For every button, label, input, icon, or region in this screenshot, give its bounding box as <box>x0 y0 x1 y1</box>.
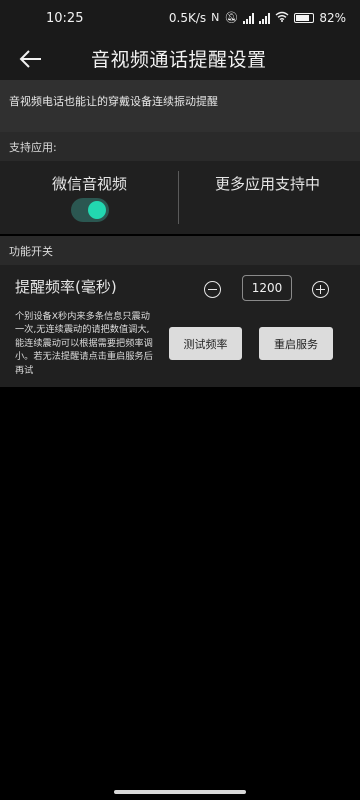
toggle-knob <box>88 201 106 219</box>
minus-icon <box>208 288 217 290</box>
signal-icon <box>259 12 271 24</box>
signal-icon <box>243 12 255 24</box>
status-icons: 0.5K/s N 🔕︎ 82% <box>169 11 346 25</box>
functions-header-label: 功能开关 <box>9 245 53 258</box>
decrease-button[interactable] <box>204 281 221 298</box>
arrow-left-icon <box>19 50 41 68</box>
restart-service-button[interactable]: 重启服务 <box>259 327 333 360</box>
supported-apps-header: 支持应用: <box>0 132 360 161</box>
network-speed: 0.5K/s <box>168 11 207 25</box>
app-bar: 音视频通话提醒设置 <box>0 38 360 80</box>
wifi-icon <box>275 11 289 25</box>
wechat-av-label: 微信音视频 <box>52 175 128 193</box>
status-time: 10:25 <box>46 11 84 26</box>
test-frequency-button[interactable]: 测试频率 <box>169 327 242 360</box>
battery-level: 82% <box>319 11 346 25</box>
page-title: 音视频通话提醒设置 <box>91 49 267 71</box>
supported-apps-header-label: 支持应用: <box>9 141 57 154</box>
more-apps-label: 更多应用支持中 <box>215 175 321 193</box>
home-indicator[interactable] <box>114 790 246 794</box>
back-button[interactable] <box>12 44 46 74</box>
battery-icon <box>294 13 315 23</box>
functions-header: 功能开关 <box>0 236 360 265</box>
frequency-input[interactable] <box>242 275 292 301</box>
frequency-help-text: 个别设备X秒内来多条信息只震动一次,无连续震动的请把数值调大, 能连续震动可以根… <box>15 311 153 376</box>
increase-button[interactable] <box>312 281 329 298</box>
wechat-av-toggle[interactable] <box>71 198 109 222</box>
description-text: 音视频电话也能让的穿戴设备连续振动提醒 <box>9 95 218 108</box>
divider <box>178 171 179 224</box>
description-banner: 音视频电话也能让的穿戴设备连续振动提醒 <box>0 80 360 132</box>
mute-icon: 🔕︎ <box>224 11 239 24</box>
supported-apps-panel: 微信音视频 <box>0 161 360 234</box>
frequency-label: 提醒频率(毫秒) <box>15 278 117 296</box>
nfc-icon: N <box>211 11 220 24</box>
status-bar: 10:25 0.5K/s N 🔕︎ 82% <box>0 0 360 38</box>
